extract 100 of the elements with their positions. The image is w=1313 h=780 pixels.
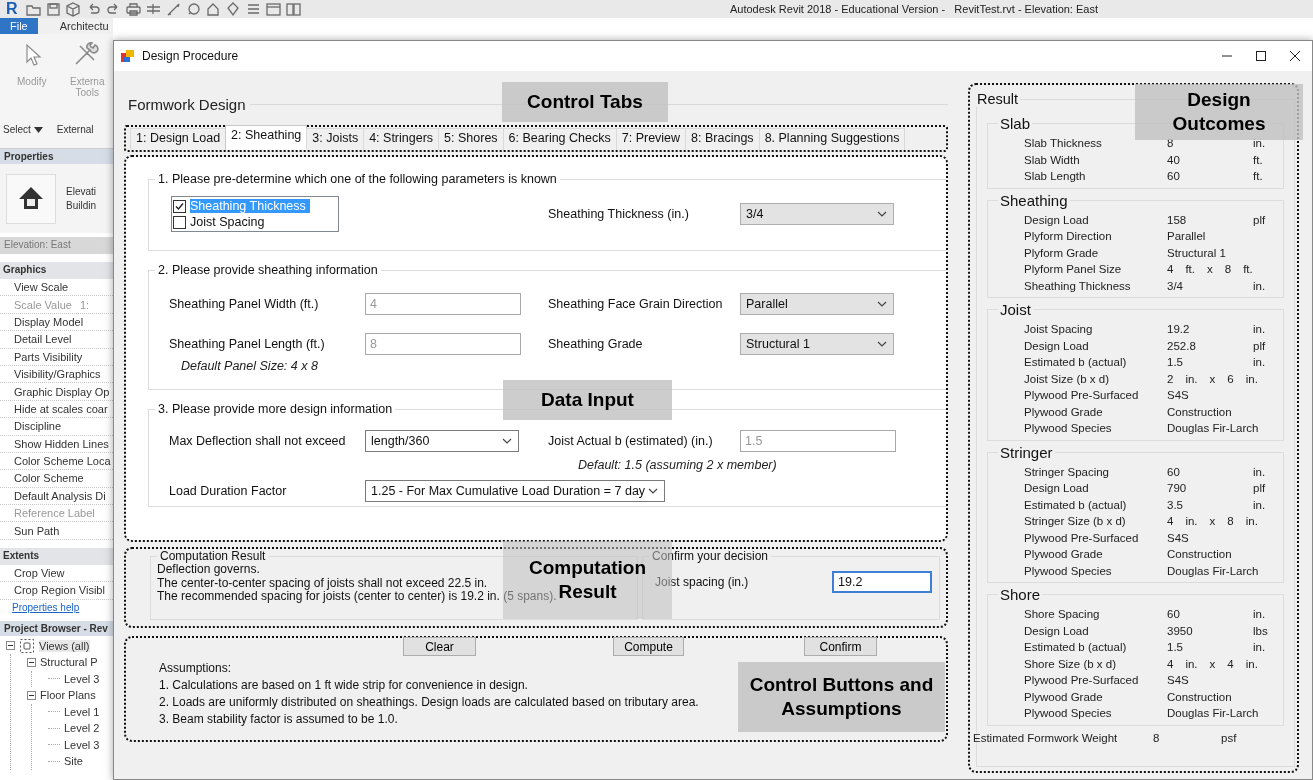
field-label: Max Deflection shall not exceed [169, 434, 347, 448]
property-label: Crop Region Visibl [14, 584, 105, 597]
result-label: Plywood Pre-Surfaced [1024, 389, 1140, 402]
list-item[interactable]: Joist Spacing [173, 214, 337, 230]
window-icon [264, 0, 282, 18]
result-label: Design Load [1024, 482, 1090, 495]
property-label: Hide at scales coar [14, 402, 108, 415]
group-title: Stringer [999, 443, 1054, 461]
checklist[interactable]: Sheathing Thickness Joist Spacing [171, 196, 339, 232]
panel-header: Project Browser - Rev [0, 620, 113, 636]
result-value: 8 [1227, 515, 1234, 528]
note-text: Default: 1.5 (assuming 2 x member) [577, 458, 778, 472]
dropdown[interactable]: Structural 1 [740, 333, 894, 355]
result-value: 1.5 [1167, 641, 1184, 654]
group-title: 3. Please provide more design information [157, 402, 394, 416]
result-value: 60 [1167, 608, 1181, 621]
maximize-icon [1255, 50, 1267, 62]
result-value: 8 [1153, 731, 1161, 744]
tab[interactable]: 8. Planning Suggestions [758, 128, 906, 150]
result-value: in. [1245, 515, 1258, 528]
chevron-icon [502, 438, 512, 444]
ribbon-tab[interactable]: Architectu [37, 18, 119, 34]
dropdown[interactable]: length/360 [365, 430, 519, 452]
checkbox[interactable] [173, 199, 186, 213]
action-button[interactable]: Confirm [804, 637, 877, 656]
group-title: 1. Please pre-determine which one of the following parameters is known [157, 172, 558, 186]
result-value: 6 [1227, 372, 1234, 385]
result-value: ft. [1185, 263, 1195, 276]
result-label: Estimated b (actual) [1024, 498, 1128, 511]
property-label: Color Scheme Loca [14, 455, 111, 468]
result-value: S4S [1167, 531, 1189, 544]
tab[interactable]: 1: Design Load [130, 128, 227, 150]
group-header: Extents [0, 547, 113, 565]
result-value: 4 [1227, 657, 1234, 670]
result-value: 40 [1167, 153, 1181, 166]
result-value: Douglas Fir-Larch [1167, 707, 1259, 720]
tool-label: Tools [75, 87, 99, 98]
views-icon [19, 637, 35, 654]
result-label: Design Load [1024, 213, 1090, 226]
unit-label: in. [1253, 465, 1267, 478]
dropdown[interactable]: Parallel [740, 293, 894, 315]
window-title: Autodesk Revit 2018 - Educational Version - RevitTest.rvt - Elevation: East [729, 3, 1098, 15]
tile-icon [284, 0, 302, 18]
help-link[interactable]: Properties help [12, 601, 113, 613]
tab[interactable]: 3: Joists [306, 128, 365, 150]
result-value: 8 [1167, 137, 1175, 150]
property-label: Parts Visibility [14, 350, 83, 363]
result-label: Stringer Spacing [1024, 465, 1111, 478]
dropdown[interactable]: 1.25 - For Max Cumulative Load Duration = 7 day [365, 480, 665, 502]
callout-label: Control Buttons and Assumptions [738, 662, 945, 732]
result-value: 60 [1167, 465, 1181, 478]
panel-menu-button[interactable]: Select [3, 124, 43, 135]
group-title: 2. Please provide sheathing information [157, 263, 379, 277]
type-selector[interactable]: Elevati Buildin [0, 164, 113, 233]
field-label: Sheathing Face Grain Direction [548, 297, 724, 311]
tree-item[interactable]: Level 3 [64, 672, 100, 685]
result-text: Deflection governs. [157, 563, 260, 577]
property-label: Sun Path [14, 524, 60, 537]
result-value: 252.8 [1167, 339, 1197, 352]
result-value: 158 [1167, 213, 1188, 226]
caret-icon [33, 126, 43, 133]
checkbox[interactable] [173, 215, 186, 229]
field-label: Sheathing Grade [548, 337, 644, 351]
chevron-icon [648, 488, 658, 494]
ribbon-tab[interactable]: File [0, 18, 38, 34]
chevron-icon [877, 341, 887, 347]
result-value: 3.5 [1167, 498, 1184, 511]
tree-item[interactable]: Site [64, 755, 83, 768]
result-label: Estimated b (actual) [1024, 356, 1128, 369]
result-text: The recommended spacing for joists (center to center) is 19.2 in. (5 spans). [157, 590, 557, 604]
result-label: Plywood Grade [1024, 548, 1104, 561]
result-value: in. [1245, 372, 1258, 385]
check-icon [175, 201, 184, 211]
tree-item[interactable]: Structural P [40, 656, 98, 669]
property-label: Crop View [14, 567, 65, 580]
property-label: Reference Label [14, 507, 95, 520]
type-name: Elevati Buildin [66, 184, 97, 213]
tree-item[interactable]: Views (all) [39, 639, 90, 652]
tree-item[interactable]: Level 1 [64, 705, 100, 718]
group-title: Sheathing [999, 191, 1069, 209]
result-value: Douglas Fir-Larch [1167, 422, 1259, 435]
input-field[interactable]: 19.2 [832, 571, 932, 593]
tree-item[interactable]: Level 3 [64, 738, 100, 751]
result-label: Stringer Size (b x d) [1024, 515, 1127, 528]
action-button[interactable]: Compute [613, 637, 684, 656]
result-value: S4S [1167, 674, 1189, 687]
app-logo[interactable]: R [6, 0, 18, 18]
action-button[interactable]: Clear [403, 637, 476, 656]
result-value: Douglas Fir-Larch [1167, 564, 1259, 577]
option-label: Joist Spacing [190, 215, 265, 229]
tree-item[interactable]: Floor Plans [40, 689, 96, 702]
dropdown[interactable]: 3/4 [740, 203, 894, 225]
tree-item[interactable]: Level 2 [64, 722, 100, 735]
panel-header: Properties [0, 149, 113, 164]
field-label: Joist Actual b (estimated) (in.) [548, 434, 714, 448]
field-label: Joist spacing (in.) [655, 575, 750, 589]
tab[interactable]: 2: Sheathing [225, 125, 308, 150]
result-label: Slab Length [1024, 170, 1087, 183]
assumptions-title: Assumptions: [159, 660, 232, 677]
cube-icon [64, 0, 82, 18]
